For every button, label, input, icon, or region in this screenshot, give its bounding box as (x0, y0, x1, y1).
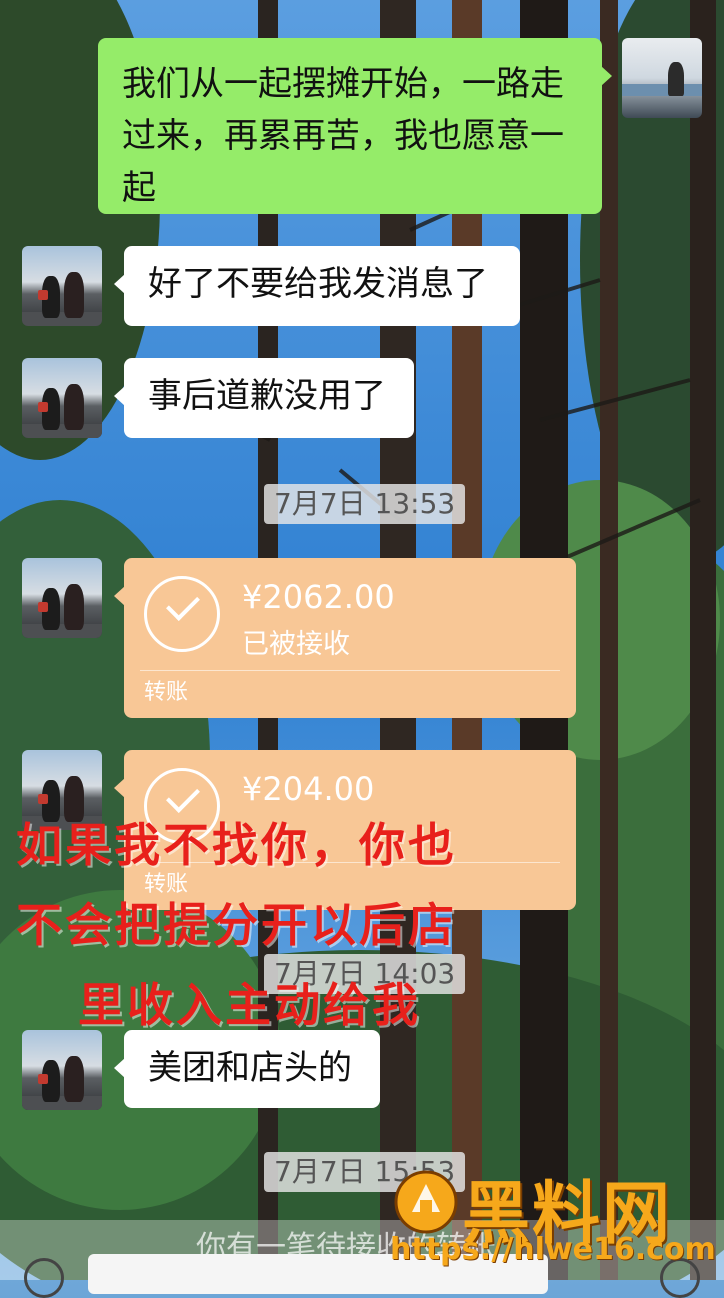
overlay-caption-line: 里收入主动给我 (78, 978, 421, 1032)
transfer-amount: ¥2062.00 (242, 578, 395, 616)
received-message-text: 事后道歉没用了 (148, 376, 386, 416)
site-watermark: 黑料网 https://hlwe16.com (378, 1160, 718, 1278)
message-timestamp: 7月7日 13:53 (264, 484, 466, 524)
watermark-logo-icon (394, 1170, 458, 1234)
received-message-text: 好了不要给我发消息了 (148, 264, 488, 304)
received-message-bubble[interactable]: 美团和店头的 (114, 1030, 380, 1108)
watermark-url: https://hlwe16.com (390, 1232, 716, 1267)
overlay-caption-line: 如果我不找你，你也 (16, 818, 457, 872)
transfer-status: 已被接收 (242, 629, 350, 660)
voice-icon[interactable] (24, 1258, 64, 1298)
contact-avatar[interactable] (22, 1030, 102, 1110)
overlay-caption-line: 不会把提分开以后店 (16, 898, 457, 952)
received-message-bubble[interactable]: 好了不要给我发消息了 (114, 246, 520, 326)
sent-message-text: 我们从一起摆摊开始，一路走过来，再累再苦，我也愿意一起 (122, 64, 564, 208)
contact-avatar[interactable] (22, 358, 102, 438)
transfer-label: 转账 (144, 680, 189, 705)
contact-avatar[interactable] (22, 558, 102, 638)
transfer-card[interactable]: ¥2062.00 已被接收 转账 (114, 558, 576, 718)
received-message-text: 美团和店头的 (148, 1048, 352, 1088)
sent-message-bubble[interactable]: 我们从一起摆摊开始，一路走过来，再累再苦，我也愿意一起 (98, 38, 612, 214)
contact-avatar[interactable] (22, 246, 102, 326)
transfer-divider (140, 670, 560, 671)
received-message-bubble[interactable]: 事后道歉没用了 (114, 358, 414, 438)
transfer-amount: ¥204.00 (242, 770, 375, 808)
self-avatar[interactable] (622, 38, 702, 118)
check-circle-icon (144, 576, 220, 652)
